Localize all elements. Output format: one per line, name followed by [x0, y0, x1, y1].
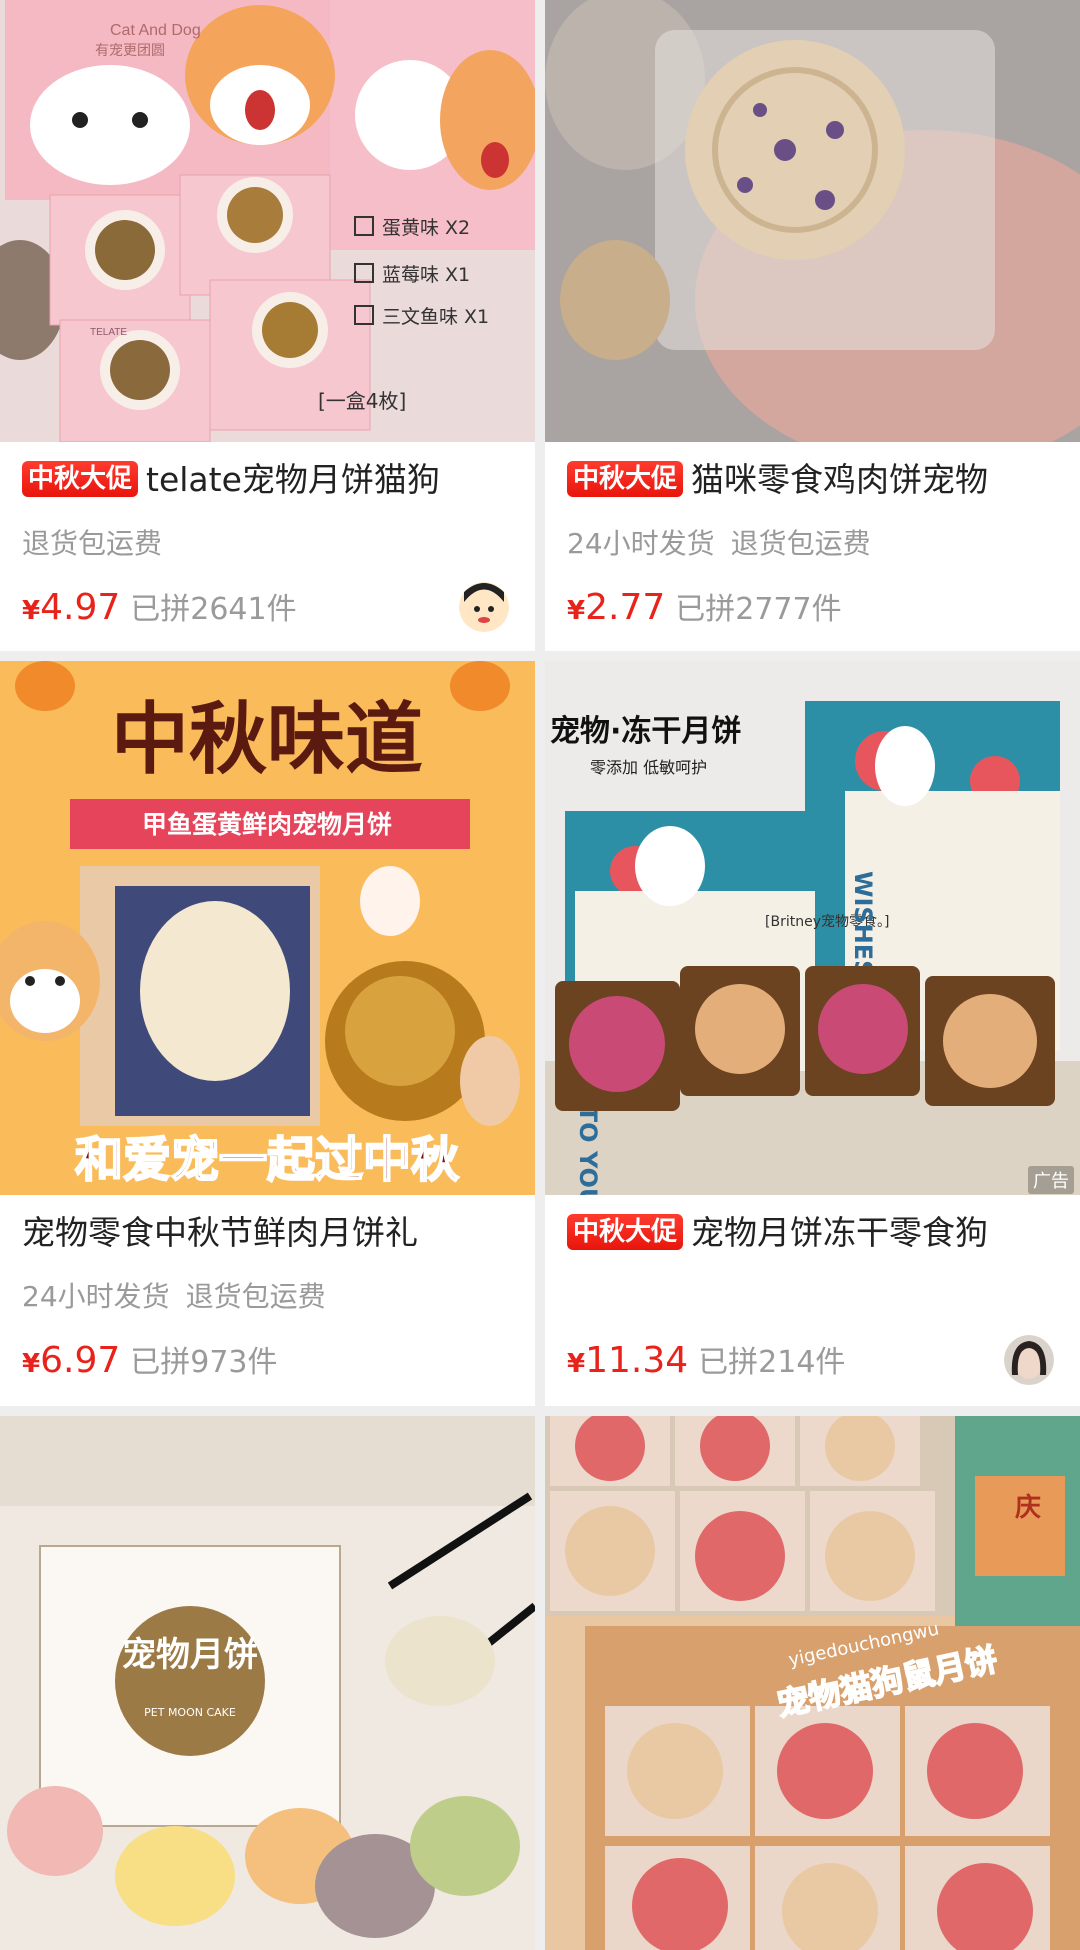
product-image-2[interactable]	[545, 0, 1080, 442]
price: 11.34	[585, 1340, 689, 1381]
price: 4.97	[40, 587, 121, 628]
price-row-1: ¥4.97 已拼2641件	[22, 588, 297, 634]
product-title-4[interactable]: 中秋大促 宠物月饼冻干零食狗	[567, 1212, 1062, 1254]
product-card-3[interactable]: 中秋味道 甲鱼蛋黄鲜肉宠物月饼 和爱宠一起过中秋 宠物零食中秋节鲜肉月饼礼 24…	[0, 661, 535, 1406]
buyer-avatar-4	[1004, 1335, 1054, 1385]
product-card-4[interactable]: 宠物·冻干月饼 零添加 低敏呵护 [Britney宠物零食。] WISHES T…	[545, 661, 1080, 1406]
svg-text:PET MOON CAKE: PET MOON CAKE	[144, 1706, 236, 1719]
svg-text:蓝莓味 X1: 蓝莓味 X1	[382, 264, 470, 286]
sold-count: 已拼214件	[698, 1345, 846, 1380]
tag: 退货包运费	[22, 527, 163, 560]
svg-text:三文鱼味 X1: 三文鱼味 X1	[382, 306, 489, 328]
price: 2.77	[585, 587, 666, 628]
tag: 退货包运费	[730, 527, 871, 560]
service-tags-1: 退货包运费	[22, 526, 178, 562]
currency-symbol: ¥	[22, 596, 41, 626]
product-image-6[interactable]: 庆 yigedouchongwu 宠物猫狗鼠月饼	[545, 1416, 1080, 1950]
svg-text:和爱宠一起过中秋: 和爱宠一起过中秋	[75, 1132, 459, 1188]
tag: 24小时发货	[567, 527, 715, 560]
price-row-2: ¥2.77 已拼2777件	[567, 588, 842, 634]
product-card-5[interactable]: 宠物月饼 PET MOON CAKE	[0, 1416, 535, 1950]
product-photo-6: 庆 yigedouchongwu 宠物猫狗鼠月饼	[545, 1416, 1080, 1950]
promo-badge: 中秋大促	[567, 460, 684, 497]
product-photo-3: 中秋味道 甲鱼蛋黄鲜肉宠物月饼 和爱宠一起过中秋	[0, 661, 535, 1195]
product-card-1[interactable]: Cat And Dog 有宠更团圆 TELATE 蛋黄味 X2 蓝莓味 X1 三…	[0, 0, 535, 651]
svg-text:甲鱼蛋黄鲜肉宠物月饼: 甲鱼蛋黄鲜肉宠物月饼	[142, 810, 392, 839]
product-photo-1: Cat And Dog 有宠更团圆 TELATE 蛋黄味 X2 蓝莓味 X1 三…	[0, 0, 535, 442]
product-title-1[interactable]: 中秋大促 telate宠物月饼猫狗	[22, 459, 517, 501]
product-title-2[interactable]: 中秋大促 猫咪零食鸡肉饼宠物	[567, 459, 1062, 501]
price: 6.97	[40, 1340, 121, 1381]
product-card-2[interactable]: 中秋大促 猫咪零食鸡肉饼宠物 24小时发货 退货包运费 ¥2.77 已拼2777件	[545, 0, 1080, 651]
promo-badge: 中秋大促	[567, 1213, 684, 1250]
svg-text:有宠更团圆: 有宠更团圆	[95, 42, 165, 58]
service-tags-3: 24小时发货 退货包运费	[22, 1279, 342, 1315]
svg-text:庆: 庆	[1015, 1492, 1041, 1523]
currency-symbol: ¥	[22, 1349, 41, 1379]
svg-text:零添加 低敏呵护: 零添加 低敏呵护	[590, 758, 707, 777]
svg-text:宠物·冻干月饼: 宠物·冻干月饼	[550, 714, 741, 749]
service-tags-2: 24小时发货 退货包运费	[567, 526, 887, 562]
svg-text:TELATE: TELATE	[90, 327, 127, 338]
currency-symbol: ¥	[567, 1349, 586, 1379]
buyer-avatar-1	[459, 582, 509, 632]
product-photo-2	[545, 0, 1080, 442]
tag: 24小时发货	[22, 1280, 170, 1313]
product-card-6[interactable]: 庆 yigedouchongwu 宠物猫狗鼠月饼	[545, 1416, 1080, 1950]
product-image-1[interactable]: Cat And Dog 有宠更团圆 TELATE 蛋黄味 X2 蓝莓味 X1 三…	[0, 0, 535, 442]
promo-badge: 中秋大促	[22, 460, 139, 497]
svg-text:宠物月饼: 宠物月饼	[122, 1635, 258, 1675]
product-photo-5: 宠物月饼 PET MOON CAKE	[0, 1416, 535, 1950]
product-photo-4: 宠物·冻干月饼 零添加 低敏呵护 [Britney宠物零食。] WISHES T…	[545, 661, 1080, 1195]
product-image-5[interactable]: 宠物月饼 PET MOON CAKE	[0, 1416, 535, 1950]
svg-text:Cat And Dog: Cat And Dog	[110, 22, 201, 39]
sold-count: 已拼973件	[130, 1345, 278, 1380]
price-row-3: ¥6.97 已拼973件	[22, 1341, 278, 1387]
sold-count: 已拼2641件	[130, 592, 297, 627]
sold-count: 已拼2777件	[675, 592, 842, 627]
product-image-3[interactable]: 中秋味道 甲鱼蛋黄鲜肉宠物月饼 和爱宠一起过中秋	[0, 661, 535, 1195]
tag: 退货包运费	[185, 1280, 326, 1313]
svg-text:蛋黄味 X2: 蛋黄味 X2	[382, 217, 470, 239]
currency-symbol: ¥	[567, 596, 586, 626]
svg-text:[一盒4枚]: [一盒4枚]	[318, 389, 406, 413]
ad-label: 广告	[1028, 1166, 1074, 1194]
product-image-4[interactable]: 宠物·冻干月饼 零添加 低敏呵护 [Britney宠物零食。] WISHES T…	[545, 661, 1080, 1195]
product-title-3[interactable]: 宠物零食中秋节鲜肉月饼礼	[22, 1212, 517, 1254]
svg-text:中秋味道: 中秋味道	[111, 694, 423, 785]
price-row-4: ¥11.34 已拼214件	[567, 1341, 845, 1387]
